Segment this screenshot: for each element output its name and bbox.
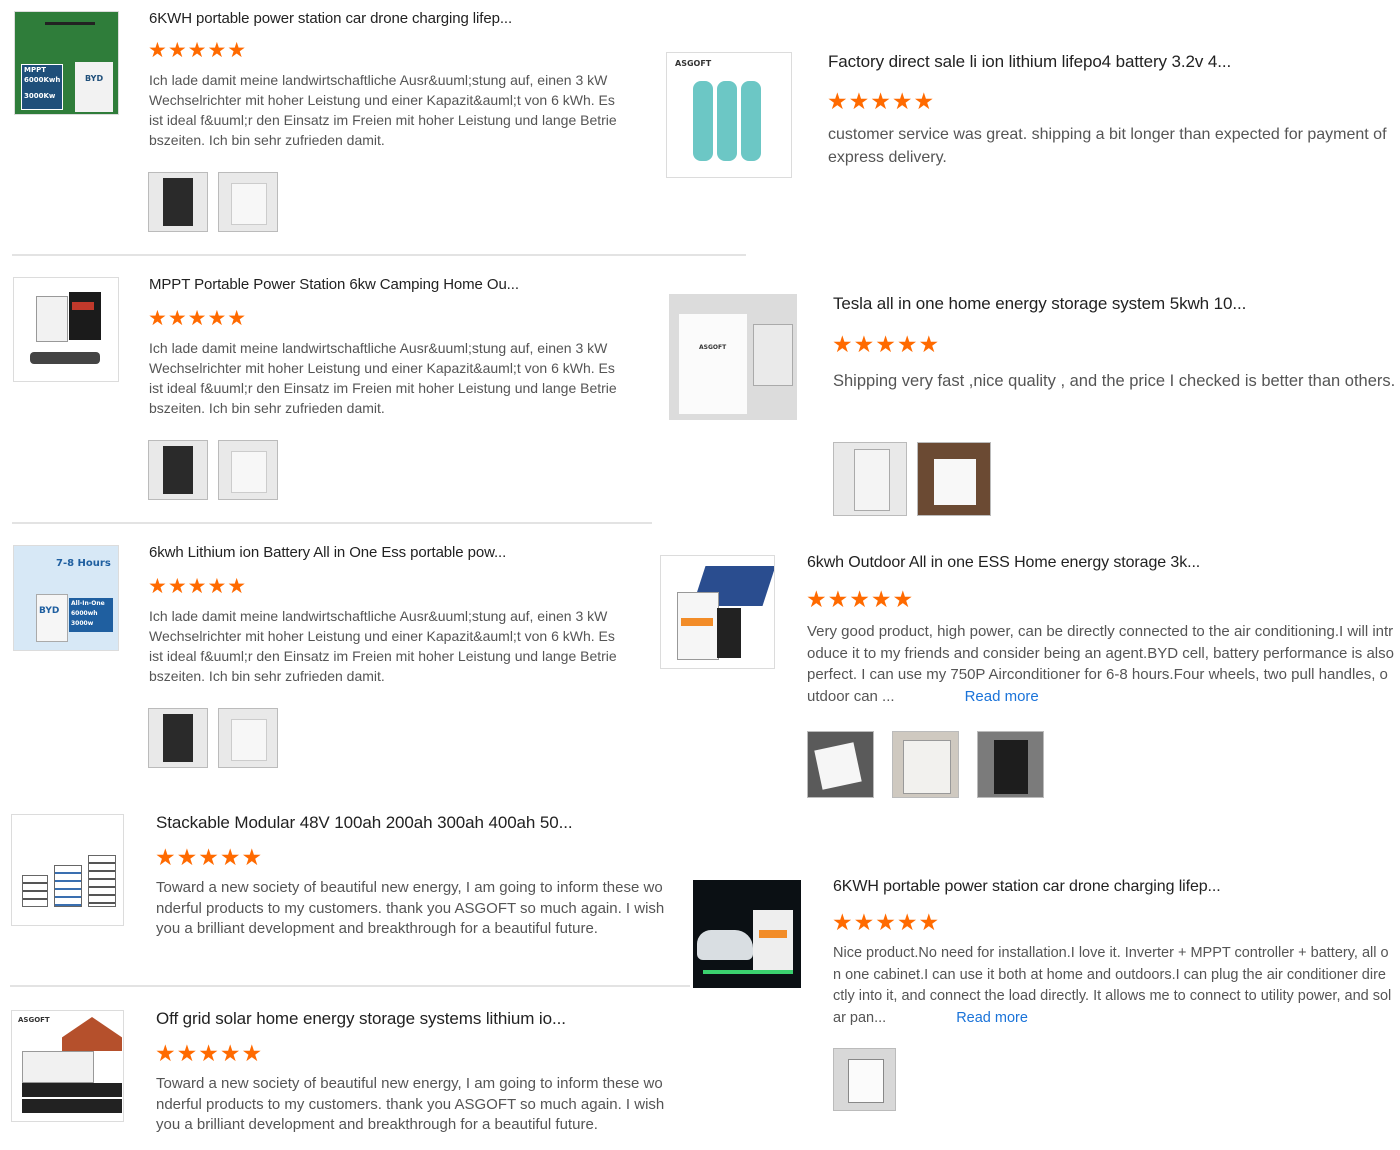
review-photos — [148, 440, 278, 500]
product-title[interactable]: 6KWH portable power station car drone ch… — [149, 10, 512, 27]
thumb-label: All-In-One — [71, 600, 105, 607]
star-rating: ★★★★★ — [148, 307, 248, 330]
thumb-label: ASGOFT — [18, 1016, 50, 1024]
review-photos — [148, 708, 278, 768]
product-title[interactable]: 6kwh Lithium ion Battery All in One Ess … — [149, 544, 506, 561]
review-text: Ich lade damit meine landwirtschaftliche… — [149, 72, 617, 148]
read-more-link[interactable]: Read more — [965, 688, 1039, 705]
review-photo[interactable] — [218, 440, 278, 500]
thumb-label: 3000w — [71, 620, 94, 627]
star-rating: ★★★★★ — [832, 909, 941, 935]
product-thumbnail[interactable] — [13, 277, 119, 382]
product-thumbnail[interactable]: ASGOFT — [669, 294, 797, 420]
star-rating: ★★★★★ — [832, 331, 941, 357]
review-text: Toward a new society of beautiful new en… — [156, 1075, 665, 1133]
thumb-label: 3000Kw — [24, 92, 56, 100]
star-rating: ★★★★★ — [155, 1040, 264, 1066]
review-photo[interactable] — [833, 1048, 896, 1111]
review-photo[interactable] — [917, 442, 991, 516]
review-photo[interactable] — [833, 442, 907, 516]
product-thumbnail[interactable] — [660, 555, 775, 669]
review-text: Shipping very fast ,nice quality , and t… — [833, 372, 1396, 390]
thumb-label: MPPT — [24, 66, 47, 74]
product-title[interactable]: 6kwh Outdoor All in one ESS Home energy … — [807, 554, 1200, 572]
product-title[interactable]: MPPT Portable Power Station 6kw Camping … — [149, 276, 519, 293]
star-rating: ★★★★★ — [148, 575, 248, 598]
review-photos — [807, 731, 1044, 798]
star-rating: ★★★★★ — [148, 39, 248, 62]
review-photo[interactable] — [218, 708, 278, 768]
product-thumbnail[interactable]: 7-8 Hours BYD All-In-One 6000wh 3000w — [13, 545, 119, 651]
review-photo[interactable] — [892, 731, 959, 798]
review-text: Nice product.No need for installation.I … — [833, 943, 1393, 1029]
review-text: Toward a new society of beautiful new en… — [156, 879, 665, 937]
review-photo[interactable] — [148, 440, 208, 500]
divider — [10, 985, 690, 987]
review-text-body: Nice product.No need for installation.I … — [833, 945, 1392, 1026]
star-rating: ★★★★★ — [827, 88, 936, 114]
product-thumbnail[interactable] — [693, 880, 801, 988]
product-thumbnail[interactable]: ASGOFT — [11, 1010, 124, 1122]
thumb-label: BYD — [39, 606, 60, 616]
thumb-label: ASGOFT — [699, 344, 727, 351]
thumb-label: 6000Kwh — [24, 76, 61, 84]
star-rating: ★★★★★ — [155, 844, 264, 870]
review-text: Ich lade damit meine landwirtschaftliche… — [149, 608, 617, 684]
product-title[interactable]: 6KWH portable power station car drone ch… — [833, 878, 1221, 896]
product-title[interactable]: Tesla all in one home energy storage sys… — [833, 294, 1246, 314]
divider — [12, 522, 652, 524]
review-photo[interactable] — [218, 172, 278, 232]
thumb-label: 7-8 Hours — [56, 558, 111, 569]
review-photo[interactable] — [148, 172, 208, 232]
review-text: customer service was great. shipping a b… — [828, 126, 1387, 166]
product-thumbnail[interactable]: ASGOFT — [666, 52, 792, 178]
divider — [12, 254, 746, 256]
review-photo[interactable] — [807, 731, 874, 798]
review-photos — [833, 442, 991, 516]
product-title[interactable]: Off grid solar home energy storage syste… — [156, 1009, 566, 1029]
read-more-link[interactable]: Read more — [956, 1010, 1028, 1026]
product-thumbnail[interactable] — [11, 814, 124, 926]
thumb-label: 6000wh — [71, 610, 98, 617]
product-title[interactable]: Stackable Modular 48V 100ah 200ah 300ah … — [156, 813, 573, 833]
review-photo[interactable] — [977, 731, 1044, 798]
star-rating: ★★★★★ — [806, 586, 915, 612]
thumb-label: BYD — [85, 74, 104, 83]
product-thumbnail[interactable]: MPPT 6000Kwh 3000Kw BYD — [14, 11, 119, 115]
product-title[interactable]: Factory direct sale li ion lithium lifep… — [828, 52, 1231, 72]
review-text: Ich lade damit meine landwirtschaftliche… — [149, 340, 617, 416]
thumb-label: ASGOFT — [675, 59, 712, 68]
review-photo[interactable] — [148, 708, 208, 768]
review-photos — [833, 1048, 896, 1111]
review-photos — [148, 172, 278, 232]
review-text: Very good product, high power, can be di… — [807, 621, 1395, 707]
review-text-body: Very good product, high power, can be di… — [807, 623, 1394, 705]
